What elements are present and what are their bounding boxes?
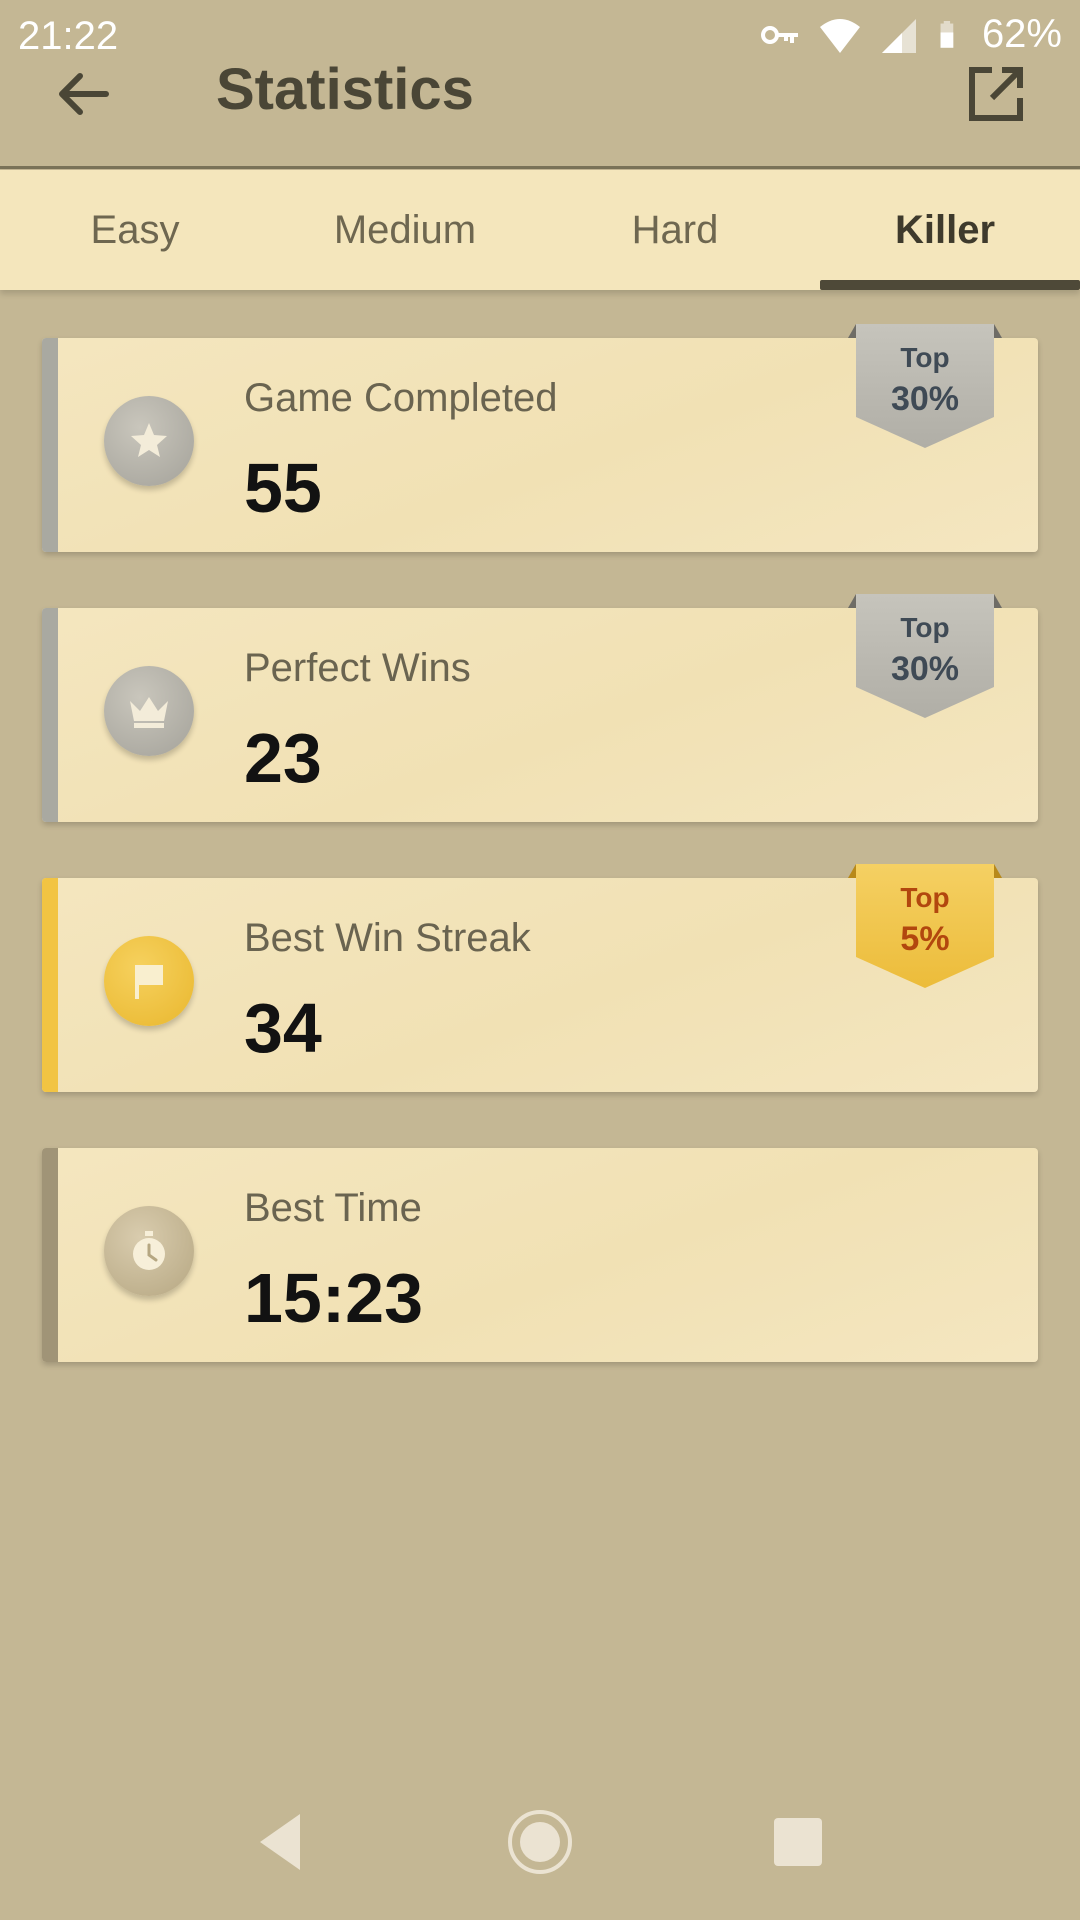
card-accent-stripe xyxy=(42,1148,58,1362)
stat-card-perfect-wins: Perfect Wins 23 Top 30% xyxy=(42,594,1038,822)
stats-list: Game Completed 55 Top 30% Perfect Wins 2… xyxy=(42,324,1038,1418)
stat-card-best-time: Best Time 15:23 xyxy=(42,1148,1038,1362)
difficulty-tabs: Easy Medium Hard Killer xyxy=(0,170,1080,290)
badge-top-label: Top xyxy=(900,612,950,643)
share-external-icon[interactable] xyxy=(964,62,1028,126)
badge-percent: 30% xyxy=(890,380,960,418)
card-accent-stripe xyxy=(42,338,58,552)
tab-easy[interactable]: Easy xyxy=(0,170,270,290)
badge-top-label: Top xyxy=(900,882,950,913)
rank-badge: Top 30% xyxy=(848,324,1002,448)
arrow-left-icon[interactable] xyxy=(52,62,116,126)
stat-label: Best Win Streak xyxy=(244,916,531,960)
card-accent-stripe xyxy=(42,608,58,822)
tab-medium[interactable]: Medium xyxy=(270,170,540,290)
star-icon xyxy=(104,396,194,486)
flag-icon xyxy=(104,936,194,1026)
nav-home-circle-icon[interactable] xyxy=(506,1808,574,1876)
stat-value: 34 xyxy=(244,989,322,1067)
tab-killer[interactable]: Killer xyxy=(810,170,1080,290)
stat-label: Game Completed xyxy=(244,376,558,420)
rank-badge: Top 30% xyxy=(848,594,1002,718)
badge-top-label: Top xyxy=(900,342,950,373)
tab-hard[interactable]: Hard xyxy=(540,170,810,290)
stat-label: Perfect Wins xyxy=(244,646,471,690)
badge-percent: 5% xyxy=(900,920,950,958)
stopwatch-icon xyxy=(104,1206,194,1296)
system-nav-bar xyxy=(0,1770,1080,1920)
nav-recents-square-icon[interactable] xyxy=(774,1818,822,1866)
stat-card-game-completed: Game Completed 55 Top 30% xyxy=(42,324,1038,552)
app-bar-divider xyxy=(0,166,1080,169)
crown-icon xyxy=(104,666,194,756)
card-accent-stripe xyxy=(42,878,58,1092)
stat-card-best-win-streak: Best Win Streak 34 Top 5% xyxy=(42,864,1038,1092)
page-title: Statistics xyxy=(216,57,474,122)
nav-back-triangle-icon[interactable] xyxy=(254,1810,306,1874)
stat-label: Best Time xyxy=(244,1186,422,1230)
badge-percent: 30% xyxy=(890,650,960,688)
app-bar: Statistics xyxy=(0,40,1080,168)
stat-value: 23 xyxy=(244,719,322,797)
rank-badge: Top 5% xyxy=(848,864,1002,988)
stat-value: 15:23 xyxy=(244,1259,424,1337)
stat-value: 55 xyxy=(244,449,322,527)
